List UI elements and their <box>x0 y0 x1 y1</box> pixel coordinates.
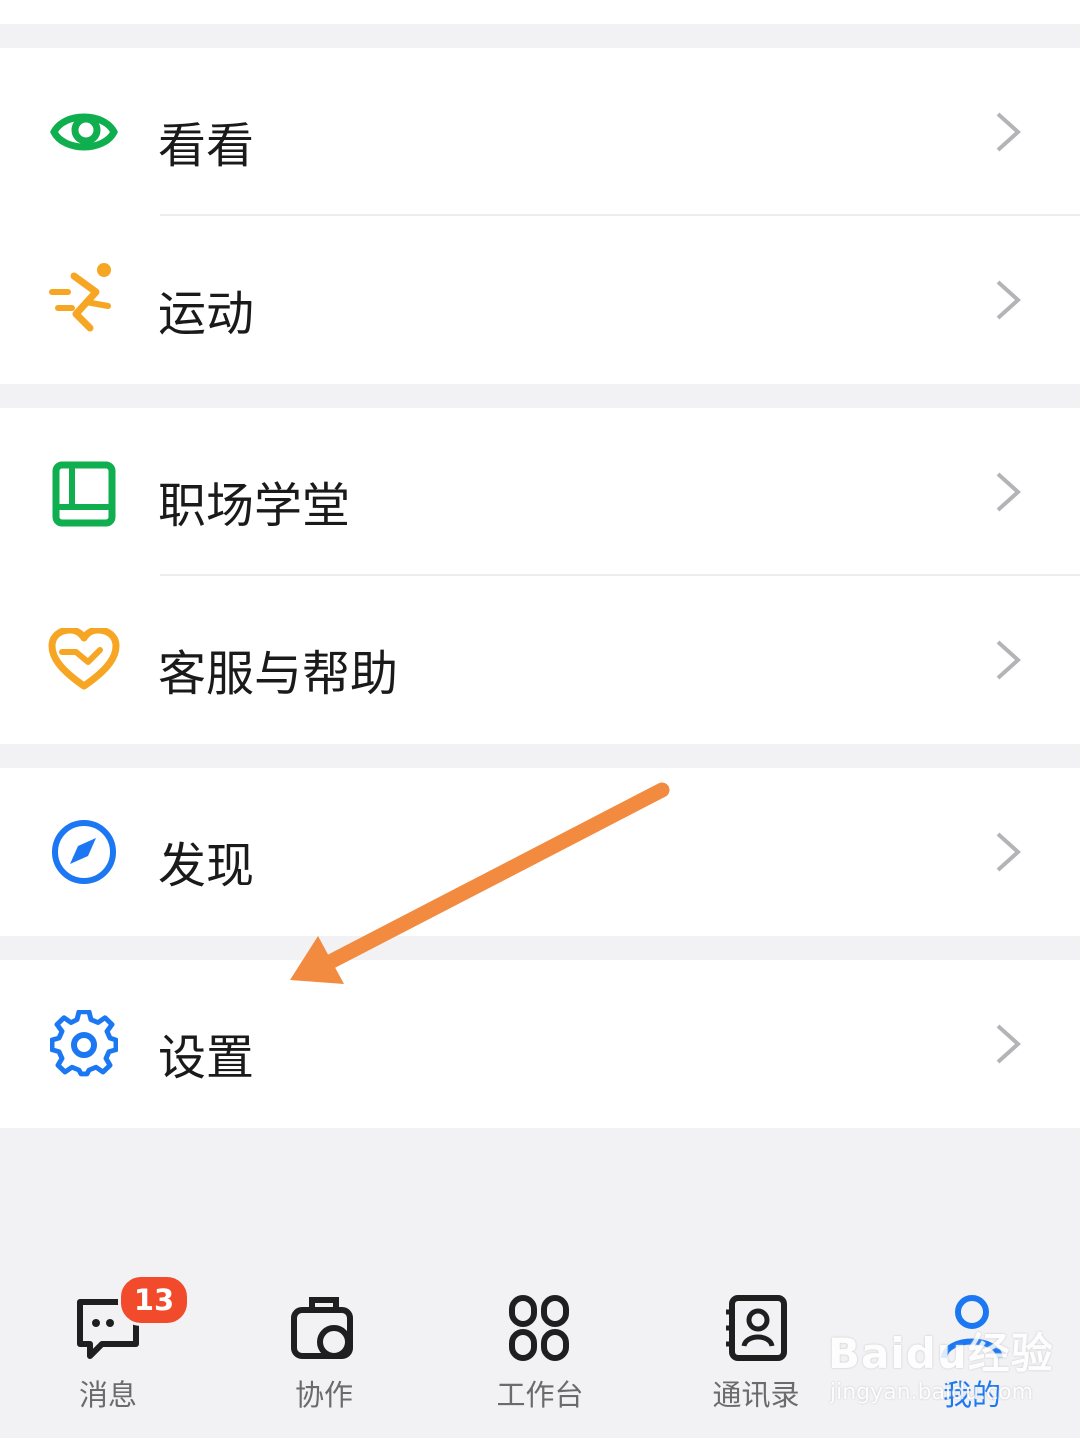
tab-label: 通讯录 <box>712 1378 800 1412</box>
menu-item-kefu[interactable]: 客服与帮助 <box>0 576 1080 744</box>
menu-item-label: 运动 <box>158 286 255 342</box>
heart-icon <box>48 624 120 696</box>
book-icon <box>48 458 120 530</box>
tab-contacts[interactable]: 通讯录 <box>676 1292 836 1432</box>
menu-group-1: 看看 运动 <box>0 48 1080 384</box>
chevron-right-icon <box>996 472 1021 512</box>
chevron-right-icon <box>996 112 1021 152</box>
watermark-url: jingyan.baidu.com <box>830 1380 1034 1405</box>
menu-item-label: 发现 <box>158 838 255 894</box>
menu-item-zhichang[interactable]: 职场学堂 <box>0 408 1080 576</box>
unread-count-badge: 13 <box>118 1274 190 1326</box>
chevron-right-icon <box>996 1024 1021 1064</box>
grid-icon <box>509 1295 569 1361</box>
menu-item-label: 看看 <box>158 118 255 174</box>
tab-label: 协作 <box>294 1378 353 1412</box>
chevron-right-icon <box>996 832 1021 872</box>
tab-workbench[interactable]: 工作台 <box>460 1292 620 1432</box>
menu-item-faxian[interactable]: 发现 <box>0 768 1080 936</box>
chevron-right-icon <box>996 280 1021 320</box>
watermark-logo: Baidu经验 <box>828 1329 1054 1378</box>
menu-item-label: 职场学堂 <box>158 478 351 534</box>
menu-item-kankan[interactable]: 看看 <box>0 48 1080 216</box>
menu-item-label: 设置 <box>158 1030 255 1086</box>
menu-group-3: 发现 <box>0 768 1080 936</box>
tab-label: 消息 <box>78 1378 137 1412</box>
gear-icon <box>48 1008 120 1080</box>
eye-icon <box>48 96 120 168</box>
menu-item-yundong[interactable]: 运动 <box>0 216 1080 384</box>
menu-item-shezhi[interactable]: 设置 <box>0 960 1080 1128</box>
briefcase-icon <box>291 1297 353 1359</box>
menu-group-2: 职场学堂 客服与帮助 <box>0 408 1080 744</box>
running-icon <box>48 262 120 334</box>
compass-icon <box>48 816 120 888</box>
top-strip <box>0 0 1080 24</box>
tab-collaboration[interactable]: 协作 <box>244 1292 404 1432</box>
menu-item-label: 客服与帮助 <box>158 646 399 702</box>
baidu-watermark: Baidu经验 jingyan.baidu.com <box>828 1320 1068 1420</box>
contacts-icon <box>726 1295 787 1361</box>
chevron-right-icon <box>996 640 1021 680</box>
tab-label: 工作台 <box>496 1378 584 1412</box>
menu-group-4: 设置 <box>0 960 1080 1128</box>
